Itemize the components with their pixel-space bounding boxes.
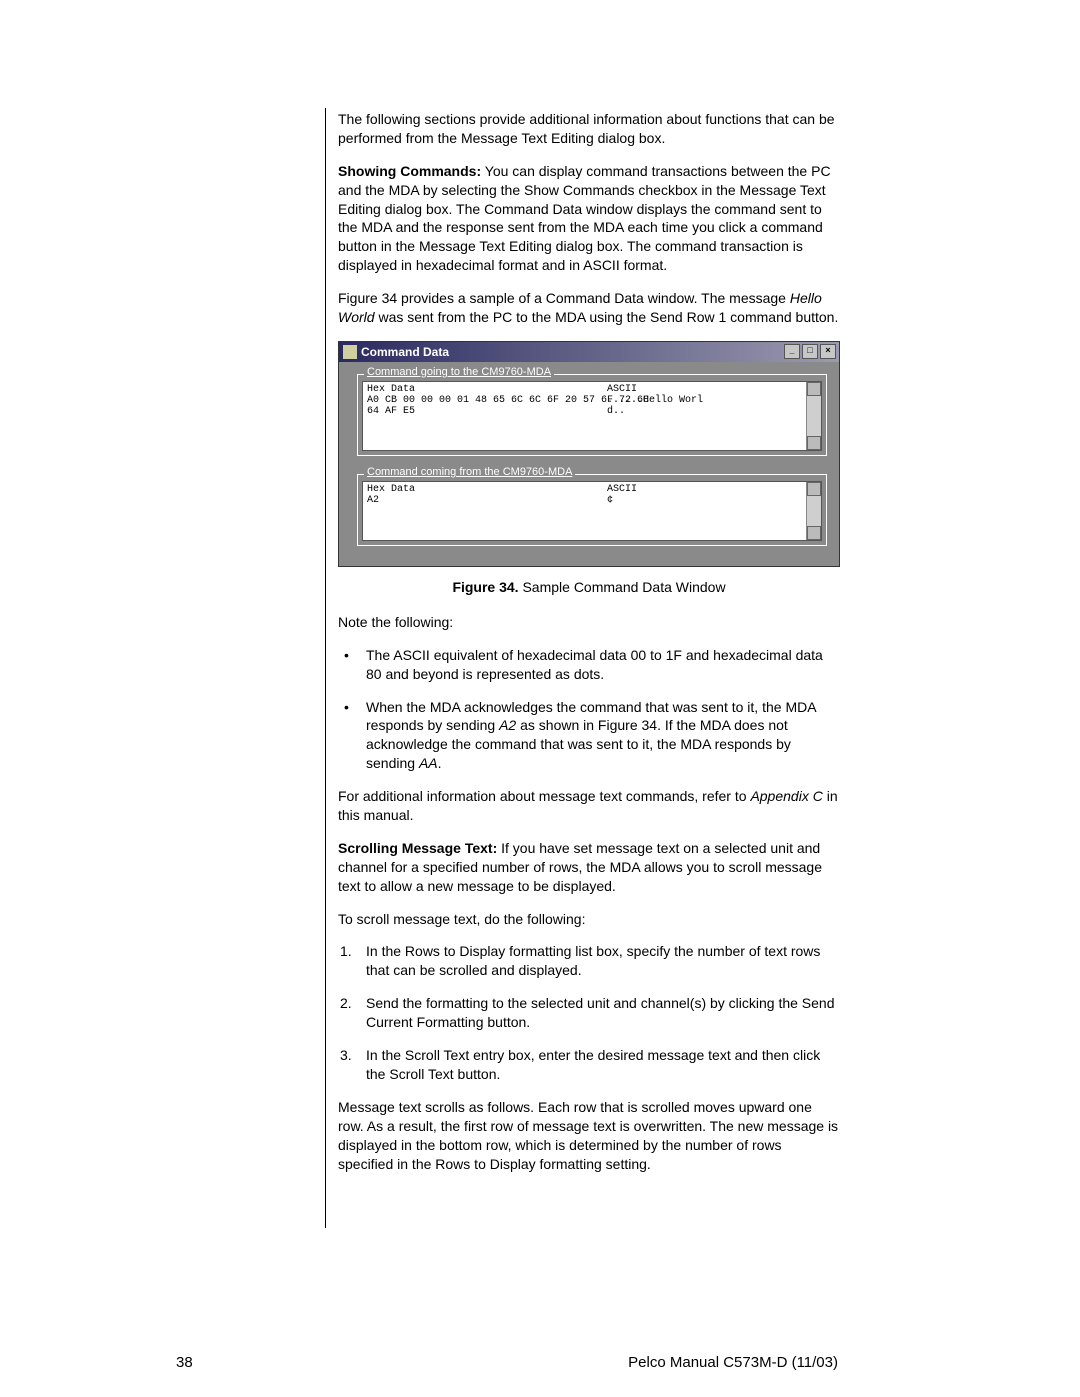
caption-bold: Figure 34. [452,579,518,595]
going-ascii-2: d.. [607,406,625,417]
coming-hex-1: A2 [367,495,607,506]
page-number: 38 [176,1354,193,1371]
going-hex-2: 64 AF E5 [367,406,607,417]
showing-commands-text: You can display command transactions bet… [338,163,831,273]
appendix-a: For additional information about message… [338,788,750,804]
caption-rest: Sample Command Data Window [519,579,726,595]
appendix-c-italic: Appendix C [750,788,822,804]
app-icon [343,345,357,359]
paragraph-figure-ref: Figure 34 provides a sample of a Command… [338,289,840,327]
coming-data-panel: Hex Data ASCII A2 ¢ [362,481,822,541]
close-icon[interactable]: × [820,344,836,359]
scroll-down-icon[interactable] [807,526,821,540]
ascii-header-2: ASCII [607,484,637,495]
footer-right: Pelco Manual C573M-D (11/03) [628,1354,838,1371]
hex-header: Hex Data [367,384,607,395]
scrolling-label: Scrolling Message Text: [338,840,497,856]
paragraph-intro: The following sections provide additiona… [338,110,840,148]
scroll-up-icon[interactable] [807,482,821,496]
coming-ascii-1: ¢ [607,495,613,506]
group-coming: Command coming from the CM9760-MDA Hex D… [357,474,827,546]
bullet-1: The ASCII equivalent of hexadecimal data… [338,646,840,684]
step-3: In the Scroll Text entry box, enter the … [338,1046,840,1084]
fig-ref-b: was sent from the PC to the MDA using th… [375,309,839,325]
scroll-up-icon[interactable] [807,382,821,396]
note-following: Note the following: [338,613,840,632]
going-ascii-1: ......Hello Worl [607,395,703,406]
to-scroll-intro: To scroll message text, do the following… [338,910,840,929]
going-hex-1: A0 CB 00 00 00 01 48 65 6C 6C 6F 20 57 6… [367,395,607,406]
scrollbar[interactable] [806,382,821,450]
paragraph-showing-commands: Showing Commands: You can display comman… [338,162,840,275]
bullet-2: When the MDA acknowledges the command th… [338,698,840,774]
bul2-c: . [438,755,442,771]
paragraph-appendix: For additional information about message… [338,787,840,825]
fig-ref-a: Figure 34 provides a sample of a Command… [338,290,790,306]
paragraph-scrolling: Scrolling Message Text: If you have set … [338,839,840,896]
window-titlebar: Command Data _ □ × [339,342,839,362]
group-going: Command going to the CM9760-MDA Hex Data… [357,374,827,456]
scroll-down-icon[interactable] [807,436,821,450]
bul2-a2-italic: A2 [499,717,516,733]
scrollbar-2[interactable] [806,482,821,540]
step-1: In the Rows to Display formatting list b… [338,942,840,980]
showing-commands-label: Showing Commands: [338,163,481,179]
minimize-icon[interactable]: _ [784,344,800,359]
hex-header-2: Hex Data [367,484,607,495]
ascii-header: ASCII [607,384,637,395]
page-content: The following sections provide additiona… [338,110,840,1187]
command-data-window: Command Data _ □ × Command going to the … [338,341,840,567]
numbered-list: In the Rows to Display formatting list b… [338,942,840,1083]
group-coming-label: Command coming from the CM9760-MDA [364,466,575,478]
group-going-label: Command going to the CM9760-MDA [364,366,554,378]
bullet-list: The ASCII equivalent of hexadecimal data… [338,646,840,773]
vertical-rule [325,108,326,1228]
window-title: Command Data [361,345,449,359]
step-2: Send the formatting to the selected unit… [338,994,840,1032]
window-body: Command going to the CM9760-MDA Hex Data… [339,362,839,566]
page-footer: 38 Pelco Manual C573M-D (11/03) [176,1354,838,1371]
going-data-panel: Hex Data ASCII A0 CB 00 00 00 01 48 65 6… [362,381,822,451]
maximize-icon[interactable]: □ [802,344,818,359]
paragraph-scroll-behavior: Message text scrolls as follows. Each ro… [338,1098,840,1174]
bul2-aa-italic: AA [419,755,438,771]
window-buttons: _ □ × [782,344,836,359]
figure-caption: Figure 34. Sample Command Data Window [338,579,840,595]
